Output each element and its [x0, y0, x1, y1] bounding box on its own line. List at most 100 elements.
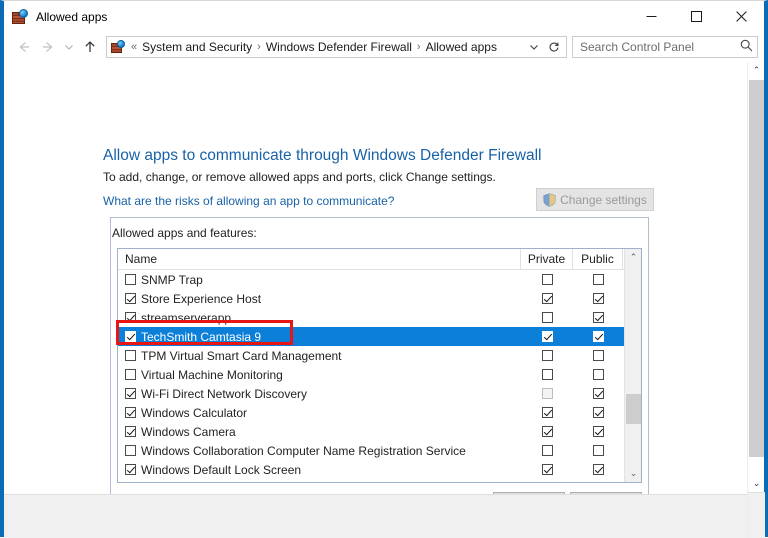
maximize-button[interactable]: [674, 1, 719, 32]
row-name-cell: streamserverapp: [118, 311, 521, 325]
breadcrumb-item-allowed-apps[interactable]: Allowed apps: [424, 40, 499, 54]
list-scrollbar[interactable]: ⌃ ⌄: [624, 249, 641, 482]
column-header-public[interactable]: Public: [573, 249, 623, 269]
breadcrumb-item-windows-defender-firewall[interactable]: Windows Defender Firewall: [264, 40, 414, 54]
forward-button[interactable]: [36, 35, 60, 59]
public-checkbox[interactable]: [592, 369, 604, 380]
private-checkbox[interactable]: [541, 293, 553, 304]
search-icon[interactable]: [740, 39, 753, 55]
chevron-down-icon: [530, 45, 538, 50]
public-checkbox[interactable]: [592, 407, 604, 418]
allowed-apps-list[interactable]: Name Private Public ⌃ SNMP Trap Store Exp…: [117, 248, 642, 483]
table-row[interactable]: TPM Virtual Smart Card Management: [118, 346, 641, 365]
row-private-cell: [521, 312, 573, 323]
public-checkbox[interactable]: [592, 388, 604, 399]
row-public-cell: [573, 407, 623, 418]
allowed-checkbox[interactable]: [125, 388, 136, 399]
refresh-button[interactable]: [544, 37, 564, 57]
table-row[interactable]: Windows Calculator: [118, 403, 641, 422]
change-settings-label: Change settings: [560, 192, 647, 207]
row-public-cell: [573, 293, 623, 304]
scrollbar-footer-pad: [748, 492, 765, 538]
table-row[interactable]: Windows Camera: [118, 422, 641, 441]
list-scrollbar-thumb[interactable]: [626, 394, 641, 424]
window-scrollbar-thumb[interactable]: [749, 80, 764, 457]
table-row[interactable]: Wi-Fi Direct Network Discovery: [118, 384, 641, 403]
row-name-label: TechSmith Camtasia 9: [141, 329, 262, 344]
window-title: Allowed apps: [36, 9, 108, 24]
allowed-checkbox[interactable]: [125, 407, 136, 418]
row-name-label: Windows Camera: [141, 424, 236, 439]
table-row[interactable]: Windows Defender Firewall Remote Managem…: [118, 479, 641, 483]
table-row[interactable]: Store Experience Host: [118, 289, 641, 308]
list-scroll-down-button[interactable]: ⌄: [625, 465, 641, 482]
row-private-cell: [521, 274, 573, 285]
table-row[interactable]: SNMP Trap: [118, 270, 641, 289]
back-button[interactable]: [12, 35, 36, 59]
title-bar: Allowed apps: [4, 1, 764, 32]
allowed-checkbox[interactable]: [125, 312, 136, 323]
back-arrow-icon: [19, 42, 29, 52]
row-name-label: Store Experience Host: [141, 291, 262, 306]
row-name-cell: Windows Default Lock Screen: [118, 463, 521, 477]
allowed-checkbox[interactable]: [125, 445, 136, 456]
column-header-name[interactable]: Name: [118, 249, 521, 269]
breadcrumb-item-system-and-security[interactable]: System and Security: [140, 40, 254, 54]
row-name-cell: Virtual Machine Monitoring: [118, 368, 521, 382]
content-area: Allow apps to communicate through Window…: [4, 62, 765, 538]
allowed-checkbox[interactable]: [125, 464, 136, 475]
address-bar[interactable]: « System and Security › Windows Defender…: [106, 36, 567, 58]
recent-locations-button[interactable]: [60, 35, 78, 59]
row-private-cell: [521, 388, 573, 399]
private-checkbox[interactable]: [541, 426, 553, 437]
table-row[interactable]: streamserverapp: [118, 308, 641, 327]
window-scroll-down-button[interactable]: ⌄: [748, 475, 765, 492]
public-checkbox[interactable]: [592, 426, 604, 437]
up-arrow-icon: [85, 41, 95, 52]
private-checkbox[interactable]: [541, 331, 553, 342]
allowed-checkbox[interactable]: [125, 426, 136, 437]
row-public-cell: [573, 464, 623, 475]
allowed-apps-window: Allowed apps « System and Security › Win…: [0, 0, 768, 538]
public-checkbox[interactable]: [592, 464, 604, 475]
chevron-down-icon: [65, 45, 73, 50]
public-checkbox[interactable]: [592, 350, 604, 361]
public-checkbox[interactable]: [592, 293, 604, 304]
private-checkbox[interactable]: [541, 369, 553, 380]
private-checkbox[interactable]: [541, 407, 553, 418]
private-checkbox[interactable]: [541, 445, 553, 456]
public-checkbox[interactable]: [592, 331, 604, 342]
window-scrollbar[interactable]: ⌃ ⌄: [747, 62, 765, 538]
close-icon: [736, 11, 747, 22]
private-checkbox[interactable]: [541, 274, 553, 285]
change-settings-button[interactable]: Change settings: [536, 188, 654, 211]
private-checkbox[interactable]: [541, 350, 553, 361]
allowed-checkbox[interactable]: [125, 293, 136, 304]
public-checkbox[interactable]: [592, 312, 604, 323]
minimize-button[interactable]: [629, 1, 674, 32]
private-checkbox[interactable]: [541, 464, 553, 475]
table-row[interactable]: Windows Collaboration Computer Name Regi…: [118, 441, 641, 460]
table-row[interactable]: Virtual Machine Monitoring: [118, 365, 641, 384]
row-name-label: streamserverapp: [141, 310, 232, 325]
maximize-icon: [691, 11, 702, 22]
allowed-checkbox[interactable]: [125, 331, 136, 342]
table-row[interactable]: TechSmith Camtasia 9: [118, 327, 641, 346]
uac-shield-icon: [543, 192, 556, 207]
public-checkbox[interactable]: [592, 445, 604, 456]
up-button[interactable]: [78, 35, 102, 59]
allowed-checkbox[interactable]: [125, 274, 136, 285]
list-scroll-up-button[interactable]: ⌃: [625, 249, 641, 266]
address-dropdown-button[interactable]: [524, 37, 544, 57]
column-header-private[interactable]: Private: [521, 249, 573, 269]
risks-link[interactable]: What are the risks of allowing an app to…: [103, 194, 394, 208]
search-input[interactable]: Search Control Panel: [572, 36, 758, 58]
window-scroll-up-button[interactable]: ⌃: [748, 62, 765, 79]
close-button[interactable]: [719, 1, 764, 32]
table-row[interactable]: Windows Default Lock Screen: [118, 460, 641, 479]
private-checkbox[interactable]: [541, 312, 553, 323]
allowed-checkbox[interactable]: [125, 350, 136, 361]
row-name-cell: Wi-Fi Direct Network Discovery: [118, 387, 521, 401]
allowed-checkbox[interactable]: [125, 369, 136, 380]
public-checkbox[interactable]: [592, 274, 604, 285]
